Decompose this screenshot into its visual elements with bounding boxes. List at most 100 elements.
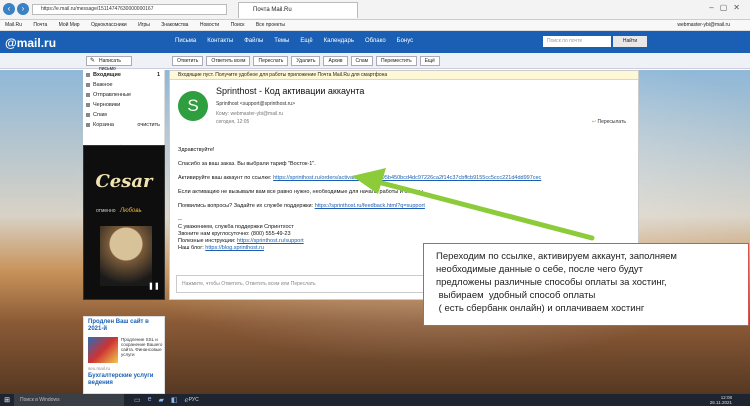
window-controls[interactable]: –▢✕: [709, 3, 746, 12]
folder-label: Черновики: [93, 102, 121, 108]
spam-button[interactable]: Спам: [350, 56, 374, 66]
ad-tagline: отменно: [96, 208, 116, 214]
taskbar-search-input[interactable]: Поиск в Windows: [14, 394, 124, 406]
mail-header: @mail.ru Письма Контакты Файлы Темы Ещё …: [0, 31, 750, 53]
task-view-icon[interactable]: ▭: [134, 396, 141, 404]
ignore-text: Если активацию не вызывали вам все равно…: [178, 189, 425, 195]
forward-button[interactable]: Переслать: [253, 56, 289, 66]
folder-drafts[interactable]: Черновики: [83, 100, 164, 110]
message-toolbar: Написать письмо Ответить Ответить всем П…: [0, 53, 750, 72]
folder-label: Входящие: [93, 72, 121, 78]
folder-inbox[interactable]: Входящие 1: [83, 70, 164, 80]
callout-text: Переходим по ссылке, активируем аккаунт,…: [436, 251, 677, 314]
menu-themes[interactable]: Темы: [274, 38, 289, 44]
fav-item[interactable]: Почта: [33, 22, 47, 28]
menu-files[interactable]: Файлы: [244, 38, 263, 44]
activate-link[interactable]: https://sprinthost.ru/orders/activate?co…: [273, 175, 541, 181]
forward-icon[interactable]: ›: [17, 3, 29, 15]
edge-icon[interactable]: e: [148, 396, 152, 404]
menu-cloud[interactable]: Облако: [365, 38, 386, 44]
email-date: сегодня, 12:05: [216, 119, 250, 125]
folder-sidebar: Входящие 1 Важное Отправленные Черновики …: [83, 70, 165, 152]
search-input[interactable]: Поиск по почте: [543, 36, 611, 47]
user-email[interactable]: webmaster-ybi@mail.ru: [677, 20, 730, 31]
folder-sent[interactable]: Отправленные: [83, 90, 164, 100]
instructions-link[interactable]: https://sprinthost.ru/support: [237, 238, 304, 244]
menu-contacts[interactable]: Контакты: [207, 38, 233, 44]
pause-icon[interactable]: ❚❚: [148, 282, 160, 290]
windows-taskbar: ⊞ Поиск в Windows ▭ e ▰ ◧ ℯ РУС 12:08 26.…: [0, 394, 750, 406]
menu-more[interactable]: Ещё: [300, 38, 312, 44]
menu-letters[interactable]: Письма: [175, 38, 196, 44]
reply-button[interactable]: Ответить: [172, 56, 204, 66]
menu-calendar[interactable]: Календарь: [324, 38, 354, 44]
fav-item[interactable]: Одноклассники: [91, 22, 127, 28]
email-to: Кому: webmaster-ybi@mail.ru: [216, 111, 284, 117]
questions-text: Появились вопросы? Задайте их службе под…: [178, 203, 314, 209]
favorites-bar: Mail.Ru Почта Мой Мир Одноклассники Игры…: [0, 20, 750, 31]
fav-item[interactable]: Мой Мир: [59, 22, 80, 28]
news-widget[interactable]: Продлен Ваш сайт в 2021-й Продление SSL …: [83, 316, 165, 394]
sender-avatar: S: [178, 91, 208, 121]
mail-menu: Письма Контакты Файлы Темы Ещё Календарь…: [175, 38, 413, 44]
folder-spam[interactable]: Спам: [83, 110, 164, 120]
thanks-text: Спасибо за ваш заказ. Вы выбрали тариф "…: [178, 161, 316, 167]
toolbar-buttons: Ответить Ответить всем Переслать Удалить…: [172, 56, 440, 66]
ad-brand: Cesar: [95, 171, 153, 192]
windows-start-icon[interactable]: ⊞: [0, 396, 14, 404]
news-text: Продление SSL и сохранение Вашего сайта.…: [121, 337, 163, 357]
news-source: seo.mail.ru: [88, 366, 111, 371]
more-button[interactable]: Ещё: [419, 56, 440, 66]
fav-item[interactable]: Игры: [138, 22, 150, 28]
browser-tab[interactable]: Почта Mail.Ru: [238, 2, 358, 18]
folder-icon[interactable]: ▰: [159, 396, 164, 404]
store-icon[interactable]: ◧: [171, 396, 178, 404]
notice-banner: Входящие пуст. Получите удобное для рабо…: [170, 71, 638, 80]
blog-link[interactable]: https://blog.sprinthost.ru: [205, 245, 264, 251]
nav-buttons: ‹ ›: [3, 3, 29, 15]
news-heading[interactable]: Продлен Ваш сайт в 2021-й: [84, 317, 164, 335]
delete-button[interactable]: Удалить: [291, 56, 321, 66]
signature-sep: --: [178, 217, 182, 223]
email-from[interactable]: Sprinthost <support@sprinthost.ru>: [216, 101, 295, 107]
search-button[interactable]: Найти: [613, 36, 647, 47]
back-icon[interactable]: ‹: [3, 3, 15, 15]
folder-label: Отправленные: [93, 92, 132, 98]
move-button[interactable]: Переместить: [376, 56, 417, 66]
address-bar[interactable]: https://e.mail.ru/message/15114747630000…: [32, 4, 227, 15]
clock-date: 26.11.2021: [709, 400, 732, 405]
fav-item[interactable]: Все проекты: [256, 22, 285, 28]
reply-all-button[interactable]: Ответить всем: [206, 56, 251, 66]
language-indicator[interactable]: РУС: [189, 397, 199, 403]
signature-line: С уважением, служба поддержки Спринтхост: [178, 224, 294, 230]
system-clock[interactable]: 12:08 26.11.2021: [710, 395, 750, 405]
signature-phone: Звоните нам круглосуточно: (800) 555-49-…: [178, 231, 291, 237]
folder-clear[interactable]: очистить: [137, 120, 164, 130]
forward-link[interactable]: Пересылать: [592, 119, 626, 125]
fav-item[interactable]: Поиск: [231, 22, 245, 28]
ad-tagline-accent: Любовь: [120, 208, 142, 214]
instructions-label: Полезные инструкции:: [178, 238, 236, 244]
email-subject: Sprinthost - Код активации аккаунта: [216, 86, 365, 96]
taskbar-apps: ▭ e ▰ ◧ ℯ: [134, 396, 189, 404]
questions-line: Появились вопросы? Задайте их службе под…: [178, 203, 633, 210]
folder-label: Важное: [93, 82, 113, 88]
browser-toolbar: ‹ › https://e.mail.ru/message/1511474763…: [0, 0, 750, 20]
folder-count: 1: [156, 72, 160, 78]
news-heading-2[interactable]: Бухгалтерские услуги ведения: [84, 373, 164, 387]
archive-button[interactable]: Архив: [323, 56, 348, 66]
folder-trash[interactable]: Корзина очистить: [83, 120, 164, 130]
compose-button[interactable]: Написать письмо: [86, 56, 132, 72]
menu-bonus[interactable]: Бонус: [397, 38, 414, 44]
fav-item[interactable]: Новости: [200, 22, 219, 28]
support-link[interactable]: https://sprinthost.ru/feedback.html?q=su…: [315, 203, 425, 209]
folder-important[interactable]: Важное: [83, 80, 164, 90]
fav-item[interactable]: Знакомства: [161, 22, 188, 28]
folder-label: Корзина: [93, 122, 114, 128]
fav-item[interactable]: Mail.Ru: [5, 22, 22, 28]
blog-label: Наш блог:: [178, 245, 204, 251]
activate-text: Активируйте ваш аккаунт по ссылке:: [178, 175, 272, 181]
news-image: [88, 337, 118, 363]
mail-logo[interactable]: @mail.ru: [5, 36, 56, 50]
sidebar-ad[interactable]: Cesar отменно Любовь ❚❚: [83, 145, 165, 300]
